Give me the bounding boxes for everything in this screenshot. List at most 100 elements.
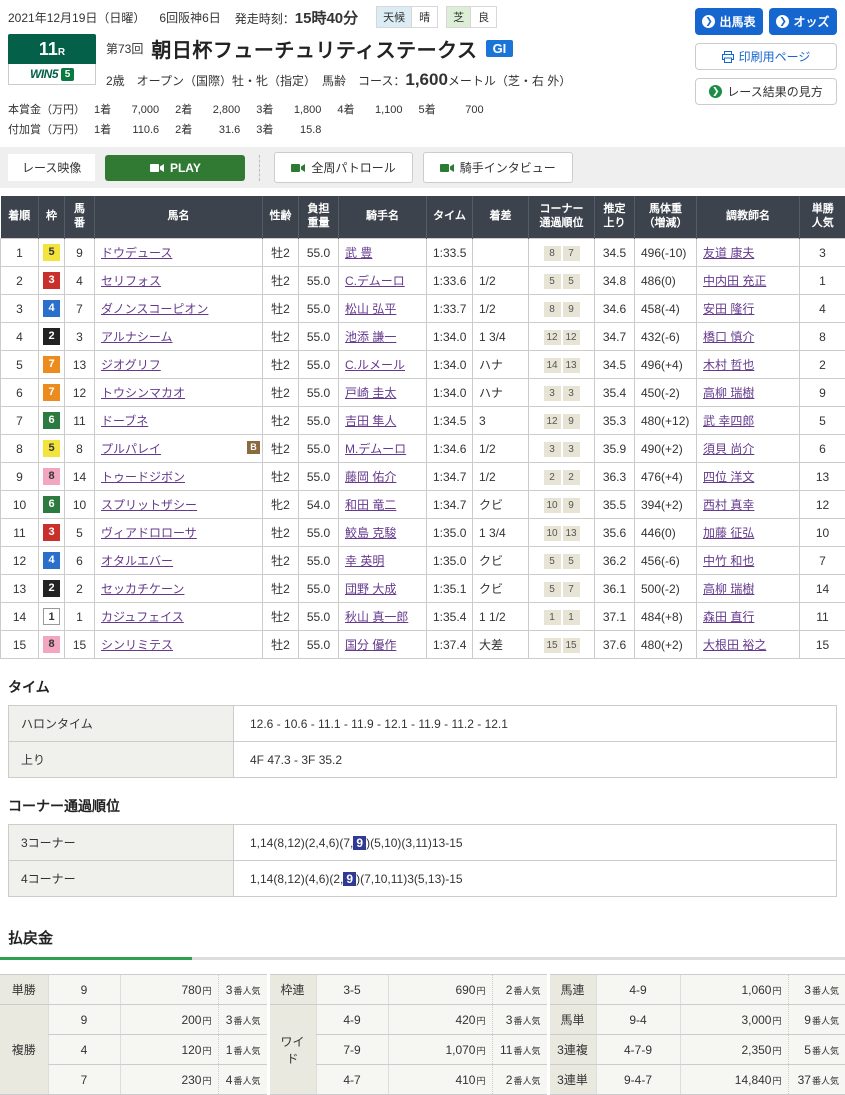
horse-link[interactable]: プルパレイ xyxy=(101,442,161,456)
meeting-info: 6回阪神6日 xyxy=(159,9,220,26)
trainer-link[interactable]: 中内田 充正 xyxy=(703,274,766,288)
frame-cell: 1 xyxy=(39,603,65,631)
finish-time: 1:35.1 xyxy=(427,575,473,603)
carried-weight: 55.0 xyxy=(299,603,339,631)
play-button-label: PLAY xyxy=(170,161,201,175)
trainer-link[interactable]: 高柳 瑞樹 xyxy=(703,582,754,596)
horse-name-cell: ドーブネ xyxy=(95,407,263,435)
corner-position-box: 10 xyxy=(544,498,561,513)
jockey-link[interactable]: 池添 謙一 xyxy=(345,330,396,344)
horse-number: 4 xyxy=(65,267,95,295)
jockey-link[interactable]: 戸崎 圭太 xyxy=(345,386,396,400)
horse-weight: 446(0) xyxy=(635,519,697,547)
print-page-button[interactable]: 印刷用ページ xyxy=(695,43,837,70)
trainer-link[interactable]: 友道 康夫 xyxy=(703,246,754,260)
payout-combination: 4-9 xyxy=(596,975,680,1005)
condition-badges: 天候 晴 芝 良 xyxy=(376,6,497,28)
trainer-link[interactable]: 四位 洋文 xyxy=(703,470,754,484)
finish-time: 1:33.5 xyxy=(427,239,473,267)
race-video-label: レース映像 xyxy=(8,154,95,181)
jockey-link[interactable]: 秋山 真一郎 xyxy=(345,610,408,624)
jockey-link[interactable]: 団野 大成 xyxy=(345,582,396,596)
win-popularity: 14 xyxy=(800,575,845,603)
horse-link[interactable]: オタルエバー xyxy=(101,554,173,568)
jockey-link[interactable]: C.ルメール xyxy=(345,358,405,372)
trainer-link[interactable]: 中竹 和也 xyxy=(703,554,754,568)
patrol-video-button[interactable]: 全周パトロール xyxy=(274,152,412,183)
corner-position-box: 3 xyxy=(563,386,580,401)
trainer-link[interactable]: 加藤 征弘 xyxy=(703,526,754,540)
trainer-link[interactable]: 須貝 尚介 xyxy=(703,442,754,456)
jockey-link[interactable]: 松山 弘平 xyxy=(345,302,396,316)
results-body: 159ドウデュース牡255.0武 豊1:33.58734.5496(-10)友道… xyxy=(1,239,845,659)
jockey-link[interactable]: 吉田 隼人 xyxy=(345,414,396,428)
horse-link[interactable]: トウシンマカオ xyxy=(101,386,185,400)
finish-position: 9 xyxy=(1,463,39,491)
play-button[interactable]: PLAY xyxy=(105,155,245,181)
horse-link[interactable]: ドウデュース xyxy=(101,246,172,260)
corner-position-box: 8 xyxy=(544,302,561,317)
sex-age: 牡2 xyxy=(263,323,299,351)
table-row: 7611ドーブネ牡255.0吉田 隼人1:34.5312935.3480(+12… xyxy=(1,407,845,435)
carried-weight: 55.0 xyxy=(299,239,339,267)
corner-positions: 33 xyxy=(529,379,595,407)
results-guide-button[interactable]: ❯ レース結果の見方 xyxy=(695,78,837,105)
corner-position-box: 7 xyxy=(563,246,580,261)
payout-table: 単勝9780円3番人気枠連3-5690円2番人気馬連4-91,060円3番人気複… xyxy=(0,974,845,1095)
jockey-interview-button[interactable]: 騎手インタビュー xyxy=(423,152,573,183)
last-3f: 34.6 xyxy=(595,295,635,323)
payout-popularity: 4番人気 xyxy=(218,1065,268,1095)
horse-link[interactable]: スプリットザシー xyxy=(101,498,197,512)
horse-link[interactable]: セッカチケーン xyxy=(101,582,184,596)
action-buttons: ❯ 出馬表 ❯ オッズ 印刷用ページ ❯ レース結果の見方 xyxy=(695,8,837,105)
corner-positions: 22 xyxy=(529,463,595,491)
horse-link[interactable]: ヴィアドロローサ xyxy=(101,526,197,540)
entries-button[interactable]: ❯ 出馬表 xyxy=(695,8,763,35)
horse-weight: 480(+12) xyxy=(635,407,697,435)
carried-weight: 55.0 xyxy=(299,323,339,351)
horse-link[interactable]: ダノンスコーピオン xyxy=(101,302,208,316)
printer-icon xyxy=(722,51,734,63)
horse-name-cell: トウシンマカオ xyxy=(95,379,263,407)
trainer-link[interactable]: 西村 真幸 xyxy=(703,498,754,512)
jockey-link[interactable]: 和田 竜二 xyxy=(345,498,396,512)
column-header: 負担 重量 xyxy=(299,196,339,239)
jockey-link[interactable]: 幸 英明 xyxy=(345,554,384,568)
race-number: 11R xyxy=(8,34,96,64)
horse-link[interactable]: カジュフェイス xyxy=(101,610,184,624)
corner-position-box: 2 xyxy=(544,470,561,485)
trainer-link[interactable]: 高柳 瑞樹 xyxy=(703,386,754,400)
horse-link[interactable]: セリフォス xyxy=(101,274,161,288)
odds-button[interactable]: ❯ オッズ xyxy=(769,8,837,35)
jockey-link[interactable]: 藤岡 佑介 xyxy=(345,470,396,484)
trainer-cell: 木村 哲也 xyxy=(697,351,800,379)
horse-link[interactable]: シンリミテス xyxy=(101,638,173,652)
jockey-link[interactable]: M.デムーロ xyxy=(345,442,406,456)
trainer-cell: 武 幸四郎 xyxy=(697,407,800,435)
corner3-value: 1,14(8,12)(2,4,6)(7,9)(5,10)(3,11)13-15 xyxy=(234,825,837,861)
horse-link[interactable]: トゥードジボン xyxy=(101,470,185,484)
interview-button-label: 騎手インタビュー xyxy=(460,159,556,176)
jockey-link[interactable]: 武 豊 xyxy=(345,246,372,260)
corner-positions: 87 xyxy=(529,239,595,267)
horse-link[interactable]: ドーブネ xyxy=(101,414,148,428)
trainer-link[interactable]: 森田 直行 xyxy=(703,610,754,624)
corner-positions: 55 xyxy=(529,547,595,575)
payout-bet-type: 3連単 xyxy=(548,1065,596,1095)
jockey-link[interactable]: 鮫島 克駿 xyxy=(345,526,396,540)
horse-number: 15 xyxy=(65,631,95,659)
trainer-link[interactable]: 木村 哲也 xyxy=(703,358,754,372)
jockey-link[interactable]: C.デムーロ xyxy=(345,274,405,288)
trainer-link[interactable]: 武 幸四郎 xyxy=(703,414,754,428)
carried-weight: 55.0 xyxy=(299,379,339,407)
jockey-link[interactable]: 国分 優作 xyxy=(345,638,396,652)
horse-link[interactable]: ジオグリフ xyxy=(101,358,161,372)
trainer-link[interactable]: 大根田 裕之 xyxy=(703,638,766,652)
payout-amount: 690円 xyxy=(388,975,492,1005)
trainer-link[interactable]: 安田 隆行 xyxy=(703,302,754,316)
frame-cell: 8 xyxy=(39,463,65,491)
print-button-label: 印刷用ページ xyxy=(739,48,811,65)
horse-link[interactable]: アルナシーム xyxy=(101,330,173,344)
trainer-link[interactable]: 橋口 慎介 xyxy=(703,330,754,344)
corner3-row: 3コーナー 1,14(8,12)(2,4,6)(7,9)(5,10)(3,11)… xyxy=(9,825,837,861)
